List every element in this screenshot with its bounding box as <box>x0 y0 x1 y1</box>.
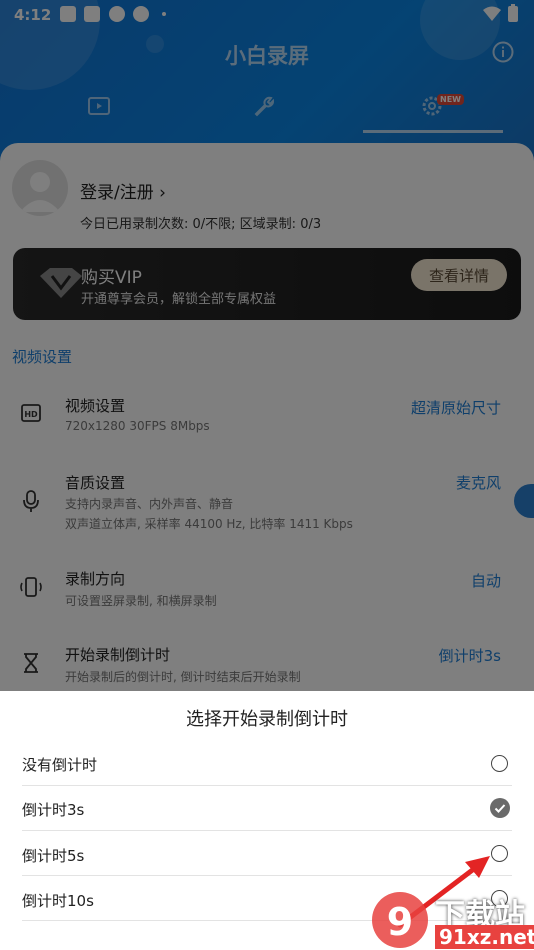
radio-no-countdown[interactable] <box>491 755 508 772</box>
svg-text:9: 9 <box>387 900 413 944</box>
watermark-url: 91xz.net <box>435 925 534 949</box>
divider <box>22 830 512 831</box>
option-countdown-10s[interactable]: 倒计时10s <box>22 890 94 911</box>
dialog-title: 选择开始录制倒计时 <box>186 709 348 730</box>
radio-countdown-3s[interactable] <box>490 798 510 818</box>
option-countdown-5s[interactable]: 倒计时5s <box>22 845 84 866</box>
option-no-countdown[interactable]: 没有倒计时 <box>22 754 97 775</box>
divider <box>22 785 512 786</box>
watermark: 9 下载站 91xz.net <box>365 885 534 950</box>
option-countdown-3s[interactable]: 倒计时3s <box>22 799 84 820</box>
